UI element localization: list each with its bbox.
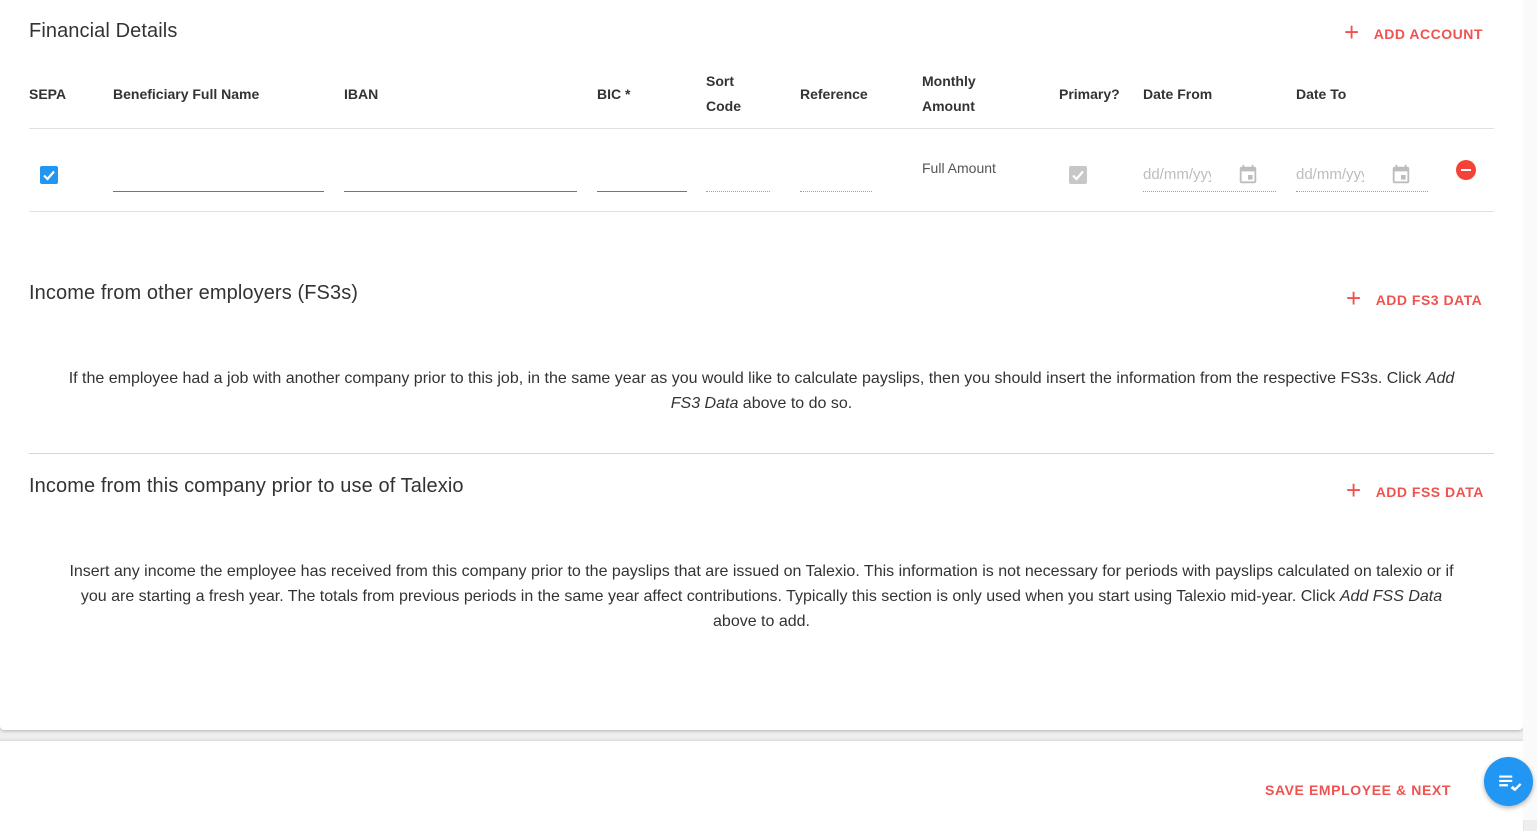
- col-sepa: SEPA: [29, 86, 67, 102]
- remove-account-icon[interactable]: [1456, 160, 1476, 180]
- fs3-section-title: Income from other employers (FS3s): [29, 282, 359, 304]
- plus-icon: +: [1346, 283, 1362, 313]
- col-bic: BIC *: [597, 86, 631, 102]
- col-sort-code: Sort Code: [706, 69, 741, 119]
- col-date-to: Date To: [1296, 86, 1347, 102]
- checklist-icon: [1498, 775, 1521, 791]
- table-header-divider: [29, 128, 1494, 129]
- calendar-icon[interactable]: [1390, 164, 1412, 186]
- plus-icon: +: [1344, 17, 1360, 47]
- add-fs3-data-label: ADD FS3 DATA: [1375, 291, 1483, 308]
- fs3-description: If the employee had a job with another c…: [60, 366, 1463, 416]
- sort-code-input[interactable]: [706, 191, 770, 192]
- add-fs3-data-button[interactable]: + ADD FS3 DATA: [1346, 283, 1483, 313]
- iban-input[interactable]: [344, 191, 577, 192]
- fss-description: Insert any income the employee has recei…: [60, 559, 1463, 634]
- check-icon: [43, 170, 55, 181]
- checklist-fab-button[interactable]: [1484, 757, 1533, 806]
- calendar-icon[interactable]: [1237, 164, 1259, 186]
- reference-input[interactable]: [800, 191, 872, 192]
- primary-checkbox[interactable]: [1069, 166, 1087, 184]
- employee-form-card: Financial Details + ADD ACCOUNT SEPA Ben…: [0, 0, 1523, 730]
- table-row-divider: [29, 211, 1494, 212]
- col-monthly-amount: Monthly Amount: [922, 69, 976, 119]
- plus-icon: +: [1346, 475, 1362, 505]
- add-account-label: ADD ACCOUNT: [1373, 25, 1483, 42]
- check-icon: [1072, 170, 1084, 181]
- add-fss-data-label: ADD FSS DATA: [1375, 483, 1484, 500]
- scrollbar[interactable]: [1523, 0, 1537, 820]
- fss-section-title: Income from this company prior to use of…: [29, 475, 464, 497]
- section-divider: [29, 453, 1494, 454]
- save-employee-next-button[interactable]: SAVE EMPLOYEE & NEXT: [1265, 782, 1451, 798]
- fss-text-before: Insert any income the employee has recei…: [69, 563, 1454, 605]
- col-sort-code-line2: Code: [706, 98, 741, 114]
- fss-text-after: above to add.: [713, 613, 810, 630]
- col-primary: Primary?: [1059, 86, 1120, 102]
- date-from-input[interactable]: dd/mm/yyyy: [1143, 166, 1211, 183]
- add-account-button[interactable]: + ADD ACCOUNT: [1344, 17, 1483, 47]
- fs3-text-before: If the employee had a job with another c…: [68, 370, 1426, 387]
- col-date-from: Date From: [1143, 86, 1213, 102]
- bic-input[interactable]: [597, 191, 687, 192]
- fss-text-em: Add FSS Data: [1339, 588, 1443, 605]
- add-fss-data-button[interactable]: + ADD FSS DATA: [1346, 475, 1484, 505]
- date-to-underline: [1296, 191, 1428, 192]
- col-monthly-line1: Monthly: [922, 73, 976, 89]
- monthly-amount-value: Full Amount: [922, 160, 996, 176]
- date-from-underline: [1143, 191, 1276, 192]
- beneficiary-input[interactable]: [113, 191, 324, 192]
- sepa-checkbox[interactable]: [40, 166, 58, 184]
- col-reference: Reference: [800, 86, 868, 102]
- fs3-text-after: above to do so.: [738, 395, 853, 412]
- col-monthly-line2: Amount: [922, 98, 975, 114]
- financial-details-title: Financial Details: [29, 20, 178, 42]
- col-beneficiary: Beneficiary Full Name: [113, 86, 260, 102]
- col-iban: IBAN: [344, 86, 379, 102]
- col-sort-code-line1: Sort: [706, 73, 734, 89]
- date-to-input[interactable]: dd/mm/yyyy: [1296, 166, 1364, 183]
